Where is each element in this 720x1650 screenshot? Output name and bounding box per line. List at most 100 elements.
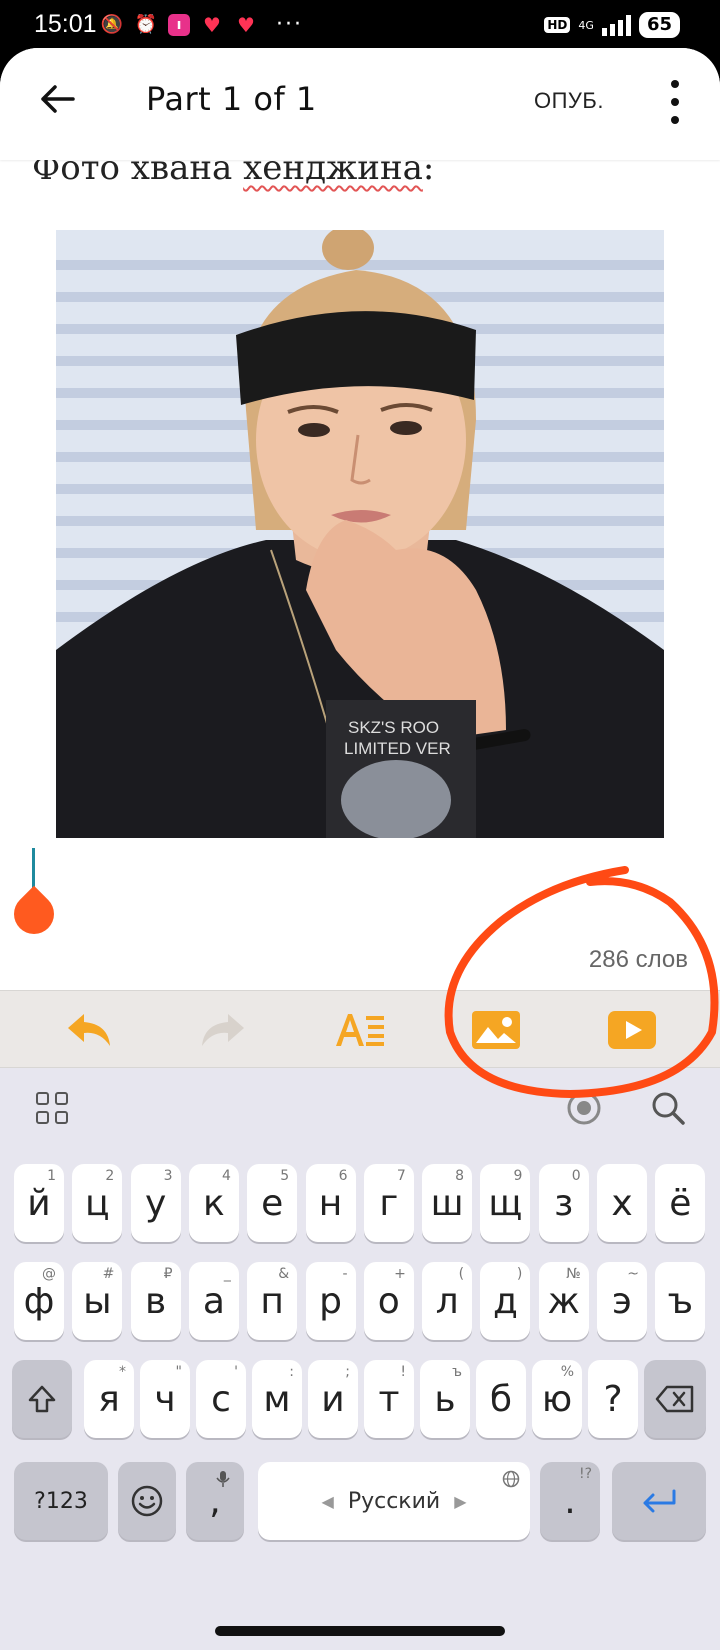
- key-hint: 2: [105, 1168, 115, 1184]
- key-label: я: [98, 1378, 120, 1420]
- key-?[interactable]: ?: [588, 1360, 638, 1438]
- key-ю[interactable]: ю%: [532, 1360, 582, 1438]
- word-count: 286 слов: [588, 946, 688, 973]
- key-п[interactable]: п &: [247, 1262, 298, 1340]
- key-label: х: [611, 1182, 633, 1224]
- shirt-print-text: SKZ'S ROO: [348, 718, 439, 737]
- enter-icon: [643, 1489, 676, 1513]
- key-ё[interactable]: ё: [655, 1164, 706, 1242]
- status-time: 15:01: [34, 10, 97, 38]
- key-label: з: [554, 1182, 574, 1224]
- key-label: к: [203, 1182, 225, 1224]
- shift-key[interactable]: [12, 1360, 72, 1438]
- key-label: с: [211, 1378, 231, 1420]
- key-ь[interactable]: ьъ: [420, 1360, 470, 1438]
- search-icon[interactable]: [650, 1090, 686, 1126]
- key-label: в: [144, 1280, 167, 1322]
- key-label: б: [489, 1378, 513, 1420]
- hd-icon: HD: [544, 17, 571, 33]
- key-ч[interactable]: ч ": [140, 1360, 190, 1438]
- key-я[interactable]: я *: [84, 1360, 134, 1438]
- undo-button[interactable]: [60, 1003, 116, 1057]
- key-й[interactable]: й1: [14, 1164, 64, 1242]
- key-щ[interactable]: щ9: [480, 1164, 531, 1242]
- key-hint: ~: [627, 1266, 639, 1282]
- space-key[interactable]: ◀ Русский ▶: [258, 1462, 530, 1540]
- key-т[interactable]: т!: [364, 1360, 414, 1438]
- key-label: н: [318, 1182, 343, 1224]
- symbols-key[interactable]: ?123: [14, 1462, 108, 1540]
- signal-icon: [601, 14, 631, 36]
- dot: [671, 80, 679, 88]
- key-в[interactable]: в ₽: [130, 1262, 181, 1340]
- overflow-menu-button[interactable]: [660, 80, 690, 124]
- redo-button[interactable]: [196, 1003, 252, 1057]
- key-ж[interactable]: ж №: [538, 1262, 589, 1340]
- insert-image-button[interactable]: [468, 1003, 524, 1057]
- mute-icon: 🔕: [100, 14, 124, 35]
- key-д[interactable]: д): [480, 1262, 531, 1340]
- key-label: ч: [154, 1378, 176, 1420]
- key-к[interactable]: к4: [188, 1164, 239, 1242]
- insert-video-button[interactable]: [604, 1003, 660, 1057]
- key-label: о: [377, 1280, 400, 1322]
- key-label: ё: [669, 1182, 692, 1224]
- back-button[interactable]: [36, 78, 78, 120]
- text-format-button[interactable]: [332, 1003, 388, 1057]
- key-label: д: [492, 1280, 518, 1322]
- backspace-key[interactable]: [644, 1360, 706, 1438]
- key-ы[interactable]: ы #: [72, 1262, 123, 1340]
- key-hint: &: [278, 1266, 290, 1282]
- key-э[interactable]: э ~: [597, 1262, 647, 1340]
- voice-input-icon[interactable]: [566, 1090, 602, 1126]
- key-hint: #: [102, 1266, 115, 1282]
- key-hint: ': [234, 1364, 238, 1380]
- period-key[interactable]: . !?: [540, 1462, 600, 1540]
- key-г[interactable]: г7: [363, 1164, 414, 1242]
- key-ц[interactable]: ц2: [72, 1164, 123, 1242]
- key-hint: 3: [163, 1168, 173, 1184]
- editor-screen: Part 1 of 1 ОПУБ. Фото хвана хенджина: S…: [0, 48, 720, 1650]
- key-ъ[interactable]: ъ: [655, 1262, 706, 1340]
- inserted-photo[interactable]: SKZ'S ROO LIMITED VER: [56, 230, 664, 838]
- key-м[interactable]: м:: [252, 1360, 302, 1438]
- key-ш[interactable]: ш8: [422, 1164, 473, 1242]
- key-р[interactable]: р-: [305, 1262, 356, 1340]
- key-л[interactable]: л(: [422, 1262, 473, 1340]
- key-hint: +: [394, 1266, 406, 1282]
- emoji-key[interactable]: [118, 1462, 176, 1540]
- editor-toolbar: [0, 990, 720, 1068]
- key-label: ф: [23, 1280, 55, 1322]
- publish-button[interactable]: ОПУБ.: [534, 88, 604, 114]
- key-у[interactable]: у3: [130, 1164, 181, 1242]
- chevron-left-icon: ◀: [321, 1491, 334, 1511]
- enter-key[interactable]: [612, 1462, 706, 1540]
- space-label: Русский: [347, 1488, 441, 1514]
- key-е[interactable]: е5: [247, 1164, 298, 1242]
- key-hint: 1: [47, 1168, 56, 1184]
- key-hint: @: [42, 1266, 56, 1282]
- key-label: и: [321, 1378, 345, 1420]
- key-б[interactable]: б: [476, 1360, 526, 1438]
- heart-icon: ♥: [237, 12, 255, 37]
- key-hint: !?: [578, 1466, 592, 1482]
- comma-key[interactable]: ,: [186, 1462, 244, 1540]
- battery-indicator: 65: [638, 12, 680, 38]
- key-label: й: [27, 1182, 51, 1224]
- key-а[interactable]: а _: [188, 1262, 239, 1340]
- key-х[interactable]: х: [597, 1164, 647, 1242]
- apps-grid-icon[interactable]: [36, 1092, 68, 1124]
- key-label: п: [260, 1280, 284, 1322]
- shift-icon: [28, 1385, 56, 1413]
- cursor-handle[interactable]: [5, 885, 63, 943]
- key-з[interactable]: з0: [538, 1164, 589, 1242]
- insert-image-icon: [472, 1011, 520, 1049]
- key-о[interactable]: о +: [363, 1262, 414, 1340]
- key-с[interactable]: с ': [196, 1360, 246, 1438]
- mic-icon: [216, 1471, 230, 1487]
- gesture-home-bar[interactable]: [215, 1626, 505, 1636]
- key-ф[interactable]: ф @: [14, 1262, 64, 1340]
- key-н[interactable]: н6: [305, 1164, 356, 1242]
- key-hint: 7: [396, 1168, 406, 1184]
- key-и[interactable]: и;: [308, 1360, 358, 1438]
